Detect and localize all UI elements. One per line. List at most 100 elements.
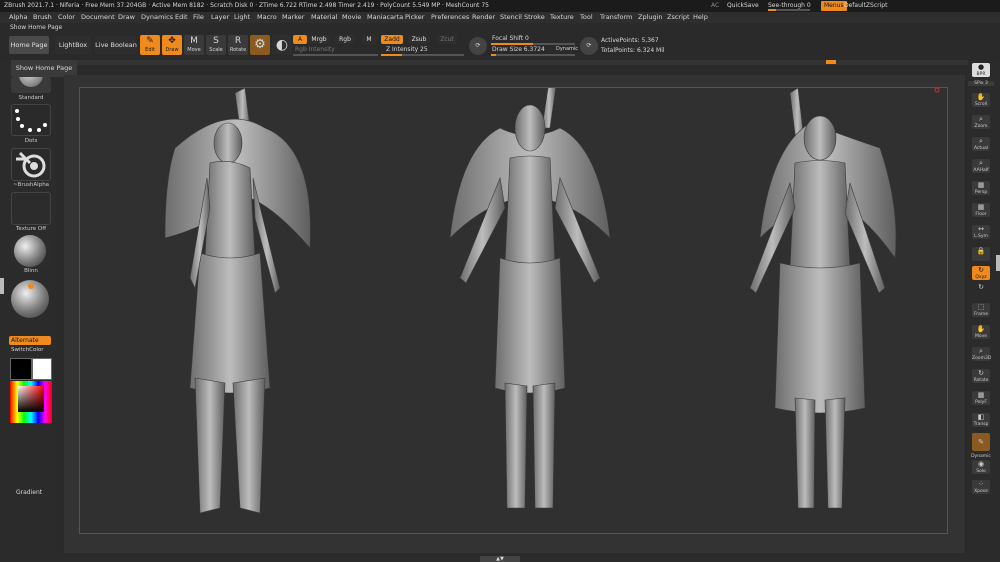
- xyz-button[interactable]: ↻ Qxyz: [972, 266, 990, 280]
- menu-preferences[interactable]: Preferences: [431, 12, 469, 23]
- home-page-button[interactable]: Home Page: [9, 36, 49, 54]
- left-tray-handle[interactable]: [0, 278, 4, 294]
- main-color-swatch[interactable]: [10, 358, 32, 380]
- floor-button[interactable]: ▦ Floor: [972, 203, 990, 217]
- actual-button[interactable]: ⌕ Actual: [972, 137, 990, 151]
- menu-zscript[interactable]: Zscript: [667, 12, 690, 23]
- menu-texture[interactable]: Texture: [550, 12, 574, 23]
- aahalf-button[interactable]: ⌕ AAHalf: [972, 159, 990, 173]
- material-preview-sphere[interactable]: [11, 280, 49, 318]
- menu-alpha[interactable]: Alpha: [9, 12, 27, 23]
- zoom3d-button[interactable]: ⌕ Zoom3D: [972, 347, 991, 361]
- color-picker-square[interactable]: [18, 386, 44, 412]
- rotate-y-button[interactable]: ↻: [972, 283, 990, 297]
- material-sphere-button[interactable]: ◐: [272, 35, 292, 55]
- menu-stencil[interactable]: Stencil: [500, 12, 522, 23]
- menu-tool[interactable]: Tool: [580, 12, 593, 23]
- document-canvas[interactable]: [79, 85, 948, 534]
- dots-stroke-thumb[interactable]: [11, 104, 51, 136]
- menu-draw[interactable]: Draw: [118, 12, 135, 23]
- zcut-toggle[interactable]: Zcut: [437, 35, 457, 44]
- dots-stroke-label: Dots: [24, 138, 38, 144]
- menu-marker[interactable]: Marker: [282, 12, 304, 23]
- stroke-mode-icon[interactable]: ⟳: [469, 37, 487, 55]
- xpose-button[interactable]: ⁘ Xpose: [972, 480, 990, 494]
- focal-shift-slider[interactable]: [491, 43, 575, 45]
- menu-transform[interactable]: Transform: [600, 12, 632, 23]
- gradient-button[interactable]: Gradient: [16, 489, 42, 496]
- lightbox-button[interactable]: LightBox: [55, 36, 91, 54]
- dynamic-persp-button[interactable]: ✎: [972, 433, 990, 451]
- lsym-button[interactable]: ↔ L.Sym: [972, 225, 990, 239]
- rgb-intensity-track[interactable]: [293, 54, 378, 56]
- symmetry-icon[interactable]: ⟳: [580, 37, 598, 55]
- menu-help[interactable]: Help: [693, 12, 708, 23]
- live-boolean-button[interactable]: Live Boolean: [95, 36, 137, 54]
- right-tray-handle[interactable]: [996, 255, 1000, 271]
- m-toggle[interactable]: M: [362, 35, 376, 44]
- zoom3d-icon: ⌕: [979, 347, 983, 355]
- draw-tool-button[interactable]: ✥ Draw: [162, 35, 182, 55]
- persp-button[interactable]: ▦ Persp: [972, 181, 990, 195]
- standard-brush-thumb[interactable]: [11, 77, 51, 93]
- rotate-view-button[interactable]: ↻ Rotate: [972, 369, 990, 383]
- move-view-button[interactable]: ✋ Move: [972, 325, 990, 339]
- active-points: ActivePoints: 5,367: [601, 37, 659, 44]
- menu-movie[interactable]: Movie: [342, 12, 361, 23]
- z-intensity-slider[interactable]: [381, 54, 464, 56]
- timeline-marker[interactable]: [826, 60, 836, 64]
- spix-slider[interactable]: SPix 3: [968, 81, 994, 86]
- alternate-toggle[interactable]: Alternate: [9, 336, 51, 345]
- menu-document[interactable]: Document: [81, 12, 115, 23]
- see-through-slider[interactable]: See-through 0: [768, 1, 811, 11]
- bpr-render-button[interactable]: ● BPR: [972, 63, 990, 77]
- secondary-color-swatch[interactable]: [32, 358, 52, 380]
- zoom-button[interactable]: ⌕ Zoom: [972, 115, 990, 129]
- color-picker[interactable]: [10, 381, 52, 423]
- polyf-button[interactable]: ▦ PolyF: [972, 391, 990, 405]
- zsub-toggle[interactable]: Zsub: [408, 35, 430, 44]
- bottom-tray-handle[interactable]: ▲▼: [480, 556, 520, 562]
- material-thumb[interactable]: [11, 234, 51, 267]
- a-toggle[interactable]: A: [293, 35, 307, 44]
- lock-button[interactable]: 🔒: [972, 247, 990, 261]
- switch-color-button[interactable]: SwitchColor: [11, 347, 44, 353]
- menu-edit[interactable]: Edit: [175, 12, 188, 23]
- edit-tool-button[interactable]: ✎ Edit: [140, 35, 160, 55]
- rgb-intensity-slider[interactable]: Rgb Intensity: [295, 46, 335, 53]
- menu-layer[interactable]: Layer: [211, 12, 229, 23]
- frame-button[interactable]: ⬚ Frame: [972, 303, 990, 317]
- brush-alpha-thumb[interactable]: [11, 148, 51, 181]
- menu-material[interactable]: Material: [311, 12, 337, 23]
- brush-settings-button[interactable]: ⚙: [250, 35, 270, 55]
- menu-color[interactable]: Color: [58, 12, 75, 23]
- menu-zplugin[interactable]: Zplugin: [638, 12, 663, 23]
- menu-light[interactable]: Light: [234, 12, 250, 23]
- menu-macro[interactable]: Macro: [257, 12, 277, 23]
- light-position-icon[interactable]: [28, 283, 34, 289]
- solo-button[interactable]: ◉ Solo: [972, 460, 990, 474]
- zadd-toggle[interactable]: Zadd: [381, 35, 403, 44]
- texture-thumb[interactable]: [11, 192, 51, 225]
- scroll-button[interactable]: ✋ Scroll: [972, 93, 990, 107]
- rotate-tool-button[interactable]: R Rotate: [228, 35, 248, 55]
- move-tool-button[interactable]: M Move: [184, 35, 204, 55]
- menus-toggle[interactable]: Menus: [821, 1, 847, 11]
- menu-brush[interactable]: Brush: [33, 12, 52, 23]
- default-script-button[interactable]: DefaultZScript: [844, 0, 887, 12]
- quicksave-button[interactable]: QuickSave: [727, 0, 759, 12]
- menu-picker[interactable]: Picker: [405, 12, 424, 23]
- transp-button[interactable]: ◧ Transp: [972, 413, 990, 427]
- frame-icon: ⬚: [977, 303, 985, 311]
- mrgb-toggle[interactable]: Mrgb: [308, 35, 330, 44]
- draw-size-slider[interactable]: [491, 54, 575, 56]
- menu-maniacarta[interactable]: Maniacarta: [367, 12, 403, 23]
- menu-dynamics[interactable]: Dynamics: [141, 12, 173, 23]
- menu-render[interactable]: Render: [472, 12, 495, 23]
- dynamic-toggle[interactable]: Dynamic: [556, 46, 578, 52]
- model-viewport[interactable]: [80, 85, 947, 533]
- rgb-toggle[interactable]: Rgb: [335, 35, 355, 44]
- menu-file[interactable]: File: [193, 12, 204, 23]
- menu-stroke[interactable]: Stroke: [524, 12, 545, 23]
- scale-tool-button[interactable]: S Scale: [206, 35, 226, 55]
